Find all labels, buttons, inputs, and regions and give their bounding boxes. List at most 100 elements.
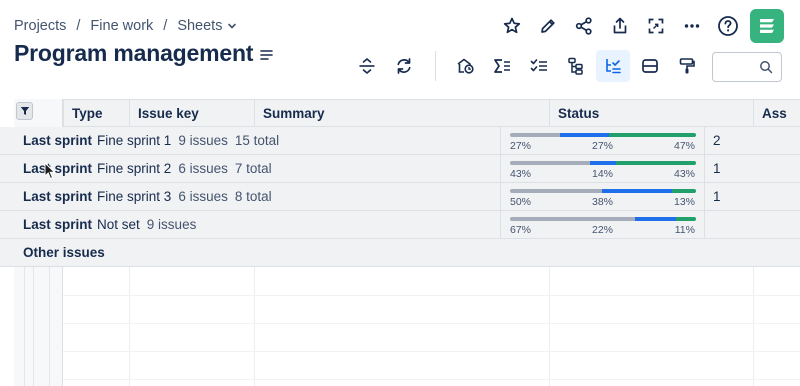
breadcrumb-separator: / — [163, 18, 168, 34]
group-total: 7 total — [234, 161, 272, 176]
breadcrumb-fine-work[interactable]: Fine work — [90, 18, 153, 34]
status-segment-done — [675, 217, 696, 221]
column-header-issue-key[interactable]: Issue key — [129, 100, 254, 128]
status-todo-percent: 67% — [510, 224, 532, 236]
breadcrumb-projects[interactable]: Projects — [14, 18, 66, 34]
status-progress-bar — [510, 189, 696, 193]
help-icon[interactable] — [710, 8, 746, 44]
status-segment-in-progress — [602, 189, 673, 193]
status-segment-todo — [510, 189, 603, 193]
hierarchy-icon[interactable] — [559, 50, 593, 82]
group-type: Last sprint — [23, 133, 93, 148]
group-issue-count: 6 issues — [178, 189, 228, 204]
group-name: Not set — [97, 217, 140, 232]
app-logo[interactable] — [750, 9, 784, 43]
search-icon[interactable] — [759, 60, 773, 74]
group-row[interactable]: Other issues — [0, 239, 800, 267]
status-in-progress-percent: 38% — [592, 196, 614, 208]
row-height-icon[interactable] — [350, 50, 384, 82]
group-issue-count: 6 issues — [178, 161, 228, 176]
page-title: Program management — [14, 40, 254, 66]
status-progress-bar — [510, 217, 696, 221]
title-menu-icon[interactable] — [259, 47, 275, 63]
group-type: Other issues — [23, 245, 105, 260]
column-header-status[interactable]: Status — [549, 100, 753, 128]
group-total: 8 total — [234, 189, 272, 204]
group-issue-count: 9 issues — [146, 217, 197, 232]
share-icon[interactable] — [566, 8, 602, 44]
refresh-icon[interactable] — [387, 50, 421, 82]
status-segment-in-progress — [589, 161, 616, 165]
toolbar — [350, 50, 707, 82]
assignee-cell — [704, 211, 800, 239]
group-row[interactable]: Last sprint Fine sprint 26 issues 7 total … — [0, 155, 800, 183]
status-done-percent: 11% — [674, 224, 695, 236]
checklist-icon[interactable] — [522, 50, 556, 82]
group-label: Last sprint Not set 9 issues — [23, 211, 203, 239]
group-row[interactable]: Last sprint Fine sprint 1 9 issues 15 total… — [0, 127, 800, 155]
empty-rows-area — [63, 267, 800, 386]
chevron-down-icon[interactable] — [227, 21, 237, 31]
status-cell: 67% 22% 11% — [500, 211, 704, 239]
status-segment-done — [616, 161, 696, 165]
group-name: Fine sprint 2 — [97, 161, 172, 176]
group-label: Last sprint Fine sprint 1 9 issues 15 total — [23, 127, 286, 155]
status-in-progress-percent: 14% — [592, 168, 614, 180]
toolbar-divider — [435, 51, 436, 81]
status-todo-percent: 50% — [510, 196, 532, 208]
group-by-icon[interactable] — [596, 50, 630, 82]
group-row[interactable]: Last sprint Not set 9 issues 67% 22% 11% — [0, 211, 800, 239]
sheet-grid: Type Issue key Summary Status Ass Last s… — [0, 99, 800, 386]
group-type: Last sprint — [23, 189, 93, 204]
assignee-cell: 1 — [704, 155, 800, 183]
status-segment-done — [609, 133, 696, 137]
mouse-cursor-icon — [44, 161, 56, 180]
add-view-icon[interactable] — [448, 50, 482, 82]
star-icon[interactable] — [494, 8, 530, 44]
group-row[interactable]: Last sprint Fine sprint 36 issues 8 total … — [0, 183, 800, 211]
status-cell: 27% 27% 47% — [500, 127, 704, 155]
column-header-summary[interactable]: Summary — [254, 100, 549, 128]
group-issue-count: 9 issues — [178, 133, 228, 148]
status-todo-percent: 27% — [510, 140, 532, 152]
status-done-percent: 43% — [673, 168, 695, 180]
rows-icon[interactable] — [633, 50, 667, 82]
pencil-icon[interactable] — [530, 8, 566, 44]
breadcrumb: Projects / Fine work / Sheets — [14, 18, 237, 34]
status-cell: 43% 14% 43% — [500, 155, 704, 183]
format-paint-icon[interactable] — [670, 50, 704, 82]
search-box — [712, 52, 782, 82]
status-segment-in-progress — [559, 133, 610, 137]
status-done-percent: 47% — [673, 140, 695, 152]
status-todo-percent: 43% — [510, 168, 532, 180]
assignee-cell: 1 — [704, 183, 800, 211]
status-segment-done — [672, 189, 696, 193]
export-icon[interactable] — [602, 8, 638, 44]
group-name: Fine sprint 3 — [97, 189, 172, 204]
breadcrumb-sheets[interactable]: Sheets — [177, 18, 222, 34]
status-segment-todo — [510, 133, 560, 137]
filter-icon[interactable] — [16, 102, 33, 120]
search-input[interactable] — [719, 57, 759, 77]
fullscreen-icon[interactable] — [638, 8, 674, 44]
status-in-progress-percent: 27% — [592, 140, 614, 152]
assignee-cell: 2 — [704, 127, 800, 155]
sum-icon[interactable] — [485, 50, 519, 82]
status-progress-bar — [510, 133, 696, 137]
group-name: Fine sprint 1 — [97, 133, 172, 148]
top-actions — [494, 8, 784, 44]
status-cell: 50% 38% 13% — [500, 183, 704, 211]
column-header-type[interactable]: Type — [63, 100, 129, 128]
breadcrumb-separator: / — [76, 18, 81, 34]
status-segment-todo — [510, 161, 590, 165]
status-done-percent: 13% — [673, 196, 695, 208]
group-label: Other issues — [23, 239, 110, 267]
more-icon[interactable] — [674, 8, 710, 44]
column-header-assignee[interactable]: Ass — [753, 100, 800, 128]
status-segment-in-progress — [634, 217, 676, 221]
group-label: Last sprint Fine sprint 3 6 issues 8 total — [23, 183, 279, 211]
group-type: Last sprint — [23, 217, 93, 232]
group-total: 15 total — [234, 133, 280, 148]
table-header: Type Issue key Summary Status Ass — [63, 99, 800, 128]
group-label: Last sprint Fine sprint 2 6 issues 7 total — [23, 155, 279, 183]
